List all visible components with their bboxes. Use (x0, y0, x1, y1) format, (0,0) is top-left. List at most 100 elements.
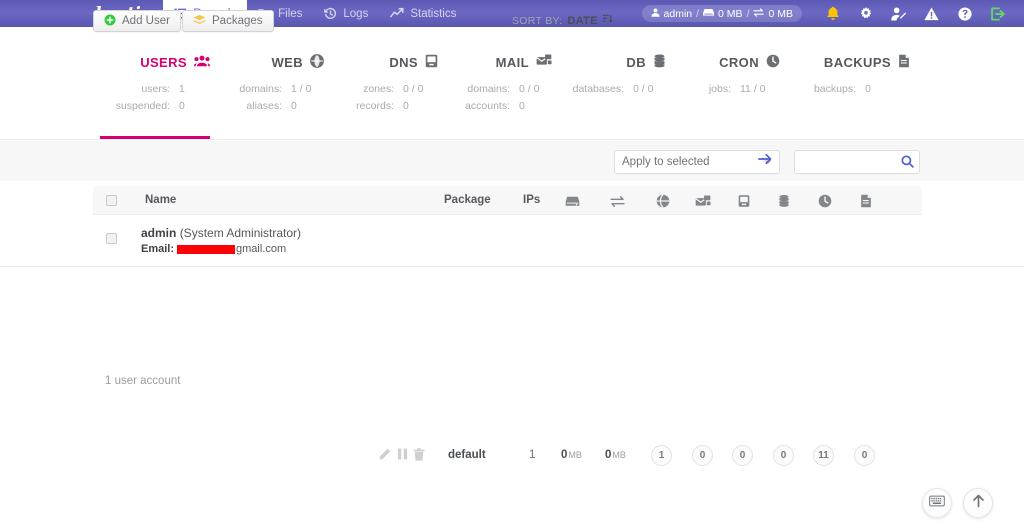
clock-icon (766, 54, 780, 71)
suspend-pause-icon[interactable] (395, 447, 409, 461)
stat-col-backups[interactable]: BACKUPS backups: 0 (788, 53, 910, 98)
plus-circle-icon (104, 14, 116, 29)
stats-summary-strip: USERS users: 1 suspended: 0 WEB domains:… (0, 27, 1024, 140)
stat-row: zones: 0 / 0 (363, 83, 424, 95)
stat-db-rows: databases: 0 / 0 (556, 81, 666, 98)
dns-server-icon (425, 54, 438, 71)
user-icon (650, 8, 660, 20)
history-icon (324, 7, 337, 20)
backup-count-badge[interactable]: 0 (854, 445, 875, 466)
user-pill-sep-2: / (746, 7, 750, 20)
apply-to-selected-dropdown[interactable]: Apply to selected (614, 150, 780, 174)
nav-right-group: admin / 0 MB / 0 MB (641, 0, 1024, 27)
sort-by-value: DATE (567, 14, 598, 27)
stat-row: domains: 1 / 0 (239, 83, 312, 95)
user-pill-username: admin (663, 7, 693, 20)
chart-icon (390, 7, 404, 20)
nav-tab-statistics[interactable]: Statistics (379, 0, 467, 27)
table-row[interactable]: admin (System Administrator) Email: gmai… (0, 215, 1024, 466)
cron-clock-icon (817, 193, 833, 209)
nav-tab-files-label: Files (278, 7, 303, 20)
user-pill-disk: 0 MB (718, 7, 743, 20)
stat-col-cron[interactable]: CRON jobs: 11 / 0 (670, 53, 780, 98)
redacted-email-bar (177, 244, 236, 254)
user-username: admin (141, 226, 177, 240)
column-header-name: Name (145, 194, 177, 206)
user-pill-bandwidth: 0 MB (768, 7, 793, 20)
row-select-checkbox[interactable] (106, 233, 117, 244)
stat-col-dns[interactable]: DNS zones: 0 / 0 records: 0 (328, 53, 438, 115)
stat-users-rows: users: 1 suspended: 0 (100, 81, 210, 115)
keyboard-shortcuts-button[interactable] (922, 488, 952, 518)
stat-row: aliases: 0 (246, 100, 297, 112)
arrow-up-icon (972, 494, 985, 513)
sort-by-label: SORT BY: (512, 14, 563, 27)
help-question-icon[interactable] (948, 0, 981, 27)
stat-row: databases: 0 / 0 (572, 83, 654, 95)
stat-col-mail[interactable]: MAIL domains: 0 / 0 accounts: 0 (442, 53, 552, 115)
user-usage-pill[interactable]: admin / 0 MB / 0 MB (641, 5, 802, 22)
stat-db-header: DB (556, 53, 666, 71)
stat-col-db[interactable]: DB databases: 0 / 0 (556, 53, 666, 98)
stat-col-users[interactable]: USERS users: 1 suspended: 0 (100, 53, 210, 115)
stat-backups-header: BACKUPS (788, 53, 910, 71)
active-tab-underline (100, 136, 210, 139)
dns-count-badge[interactable]: 0 (732, 445, 753, 466)
stat-row: users: 1 (141, 83, 185, 95)
logout-icon[interactable] (981, 0, 1014, 27)
stat-row: accounts: 0 (465, 100, 525, 112)
apply-go-button[interactable] (758, 152, 772, 168)
user-pill-sep-1: / (696, 7, 700, 20)
database-icon (776, 193, 792, 209)
user-count-label: 1 user account (105, 375, 181, 387)
web-count-badge[interactable]: 1 (651, 445, 672, 466)
edit-pencil-icon[interactable] (377, 447, 391, 461)
cell-bandwidth-usage: 0MB (605, 449, 626, 461)
user-edit-icon[interactable] (882, 0, 915, 27)
cell-user-email: Email: gmail.com (141, 243, 286, 255)
search-input[interactable] (800, 151, 900, 173)
stat-col-web[interactable]: WEB domains: 1 / 0 aliases: 0 (214, 53, 324, 115)
stat-cron-header: CRON (670, 53, 780, 71)
notifications-bell-icon[interactable] (816, 0, 849, 27)
packages-button[interactable]: Packages (182, 10, 274, 32)
stat-row: backups: 0 (813, 83, 871, 95)
scroll-to-top-button[interactable] (963, 488, 993, 518)
disk-icon (703, 8, 715, 20)
table-header-row: Name Package IPs (93, 186, 922, 215)
globe-icon (310, 53, 324, 71)
delete-trash-icon[interactable] (412, 447, 426, 461)
stat-dns-rows: zones: 0 / 0 records: 0 (328, 81, 438, 115)
sort-by-control[interactable]: SORT BY: DATE (512, 14, 613, 27)
packages-label: Packages (212, 15, 263, 27)
cell-package: default (448, 449, 486, 461)
bandwidth-icon (609, 193, 625, 209)
nav-tab-logs[interactable]: Logs (313, 0, 379, 27)
backup-icon (858, 193, 874, 209)
user-fullname: (System Administrator) (179, 226, 302, 240)
db-count-badge[interactable]: 0 (773, 445, 794, 466)
email-suffix: gmail.com (236, 243, 287, 255)
sort-desc-icon (602, 14, 613, 27)
apply-to-selected-label: Apply to selected (622, 156, 710, 168)
cron-count-badge[interactable]: 11 (813, 445, 834, 466)
settings-gear-icon[interactable] (849, 0, 882, 27)
search-icon[interactable] (901, 155, 914, 173)
warning-triangle-icon[interactable] (915, 0, 948, 27)
web-globe-icon (655, 193, 671, 209)
stat-dns-header: DNS (328, 53, 438, 71)
cell-user-name: admin (System Administrator) (141, 226, 301, 240)
mail-count-badge[interactable]: 0 (692, 445, 713, 466)
select-all-checkbox[interactable] (106, 195, 117, 206)
disk-icon (564, 193, 580, 209)
mail-icon (695, 193, 711, 209)
stat-cron-rows: jobs: 11 / 0 (670, 81, 780, 98)
dns-icon (736, 193, 752, 209)
add-user-label: Add User (122, 15, 170, 27)
stat-backups-rows: backups: 0 (788, 81, 910, 98)
email-label: Email: (141, 243, 175, 255)
transfer-icon (753, 7, 765, 20)
cell-disk-usage: 0MB (561, 449, 582, 461)
stat-row: records: 0 (356, 100, 409, 112)
add-user-button[interactable]: Add User (93, 10, 181, 32)
